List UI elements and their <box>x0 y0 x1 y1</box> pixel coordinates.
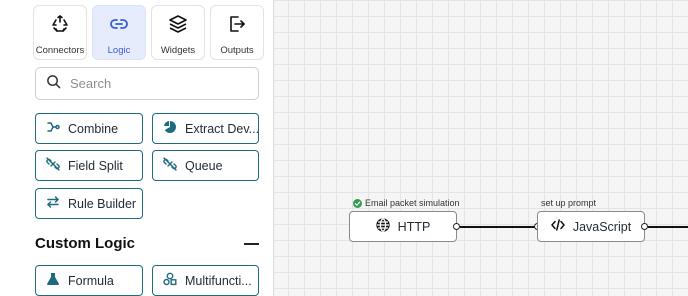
exit-arrow-icon <box>227 14 247 39</box>
http-output-port[interactable] <box>453 223 460 230</box>
logic-item-extract-dev[interactable]: Extract Dev... <box>152 113 259 144</box>
merge-icon <box>46 120 68 137</box>
search-input[interactable] <box>70 76 240 91</box>
tab-label: Widgets <box>160 45 196 56</box>
http-node[interactable]: HTTP <box>349 211 457 242</box>
palette-tabs: Connectors Logic Widgets Outputs <box>33 5 264 60</box>
logic-item-field-split[interactable]: Field Split <box>35 150 143 181</box>
logic-item-queue[interactable]: Queue <box>152 150 259 181</box>
code-icon <box>551 218 573 235</box>
check-circle-icon <box>353 198 362 208</box>
logic-link-icon <box>109 14 129 39</box>
search-icon <box>46 74 61 94</box>
node-label: HTTP <box>397 219 431 234</box>
tab-outputs[interactable]: Outputs <box>210 5 264 60</box>
chip-label: Extract Dev... <box>185 121 259 136</box>
node-palette-panel: Connectors Logic Widgets Outputs Search … <box>0 0 274 296</box>
javascript-node[interactable]: JavaScript <box>537 211 645 242</box>
chip-label: Multifuncti... <box>185 273 252 288</box>
connection-edge <box>648 226 688 228</box>
chip-label: Rule Builder <box>68 196 137 211</box>
node-label: JavaScript <box>572 219 632 234</box>
caption-text: Email packet simulation <box>365 198 460 208</box>
tab-label: Connectors <box>35 45 85 56</box>
connection-edge <box>460 226 535 228</box>
pie-chart-icon <box>163 120 185 137</box>
node-caption-http: Email packet simulation <box>353 198 460 208</box>
broken-link-icon <box>163 157 185 174</box>
caption-text: set up prompt <box>541 198 597 208</box>
collapse-section-button[interactable] <box>244 243 259 245</box>
swap-arrows-icon <box>46 195 68 212</box>
logic-item-combine[interactable]: Combine <box>35 113 143 144</box>
chip-label: Queue <box>185 158 223 173</box>
logic-item-rule-builder[interactable]: Rule Builder <box>35 188 143 219</box>
custom-logic-heading: Custom Logic <box>35 235 135 252</box>
custom-item-multifunction[interactable]: Multifuncti... <box>152 265 259 296</box>
tab-label: Logic <box>107 45 131 56</box>
tab-logic[interactable]: Logic <box>92 5 146 60</box>
chip-label: Field Split <box>68 158 123 173</box>
broken-link-icon <box>46 157 68 174</box>
custom-item-formula[interactable]: Formula <box>35 265 143 296</box>
chip-label: Formula <box>68 273 114 288</box>
tab-label: Outputs <box>220 45 254 56</box>
node-caption-javascript: set up prompt <box>541 198 596 208</box>
layers-icon <box>168 14 188 39</box>
tab-widgets[interactable]: Widgets <box>151 5 205 60</box>
search-box[interactable] <box>35 67 259 100</box>
connectors-icon <box>50 14 70 39</box>
globe-icon <box>376 218 398 235</box>
shapes-icon <box>163 272 185 289</box>
tab-connectors[interactable]: Connectors <box>33 5 87 60</box>
chip-label: Combine <box>68 121 119 136</box>
javascript-output-port[interactable] <box>641 223 648 230</box>
flask-icon <box>46 272 68 289</box>
